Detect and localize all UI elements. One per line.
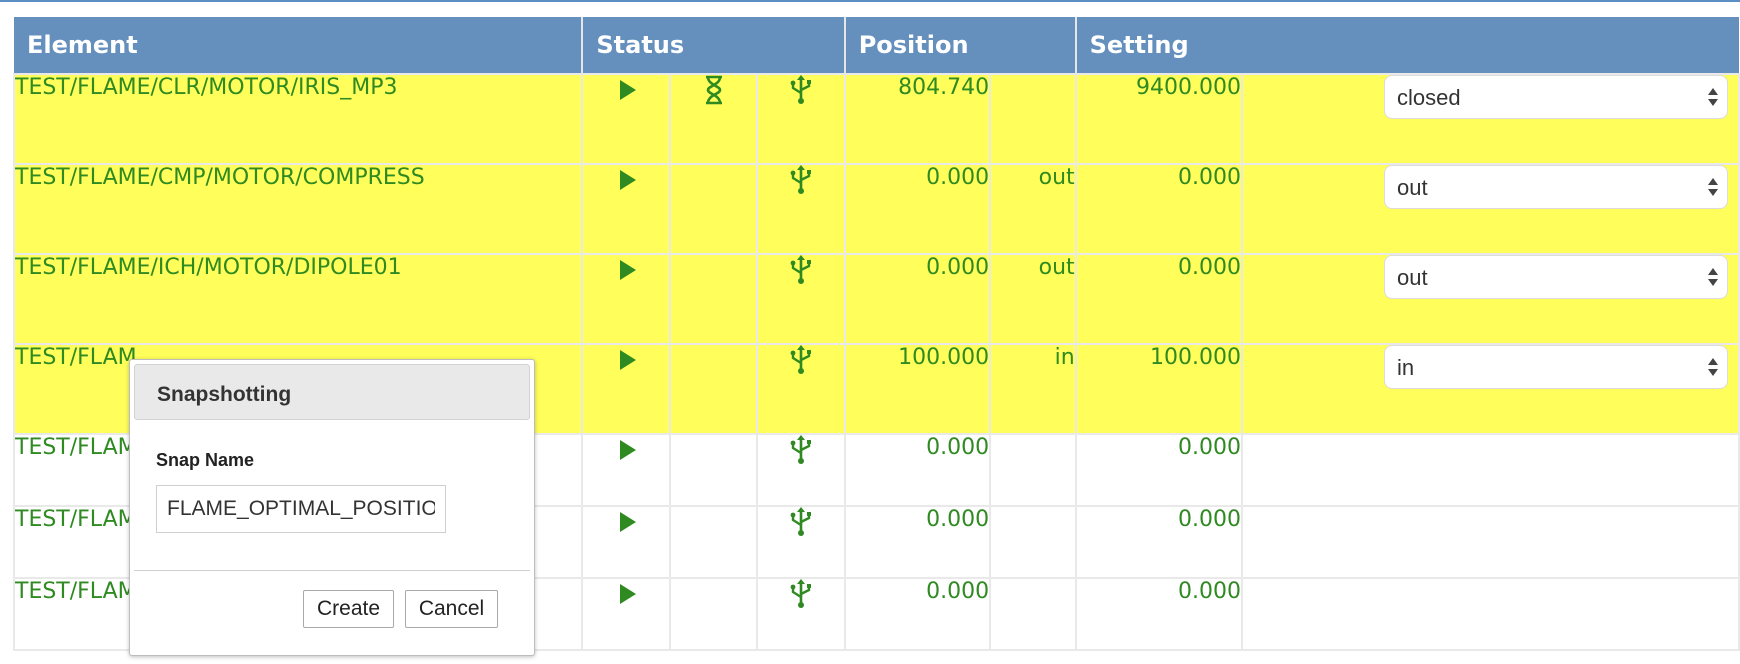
select-arrows-icon	[1707, 174, 1719, 200]
status-device	[756, 433, 846, 507]
position-unit: out	[989, 163, 1077, 255]
position-unit	[989, 433, 1077, 507]
table-row: TEST/FLAME/CLR/MOTOR/IRIS_MP3 804.740 9400…	[12, 73, 1740, 165]
top-border	[0, 0, 1740, 2]
usb-icon	[786, 165, 816, 195]
status-moving	[668, 433, 759, 507]
status-run[interactable]	[581, 577, 671, 651]
dialog-divider	[134, 570, 530, 571]
play-icon[interactable]	[611, 435, 641, 465]
column-header-element: Element	[14, 17, 584, 74]
dialog-title: Snapshotting	[134, 364, 530, 420]
status-run[interactable]	[581, 163, 671, 255]
setting-value: 0.000	[1074, 505, 1244, 579]
position-unit	[989, 73, 1077, 165]
element-name[interactable]: TEST/FLAME/CMP/MOTOR/COMPRESS	[12, 163, 584, 255]
status-moving	[668, 163, 759, 255]
setting-select[interactable]: out	[1384, 255, 1729, 299]
setting-select-value: out	[1397, 265, 1428, 290]
usb-icon	[786, 579, 816, 609]
status-device	[756, 253, 846, 345]
setting-select-cell: out	[1241, 253, 1740, 345]
status-run[interactable]	[581, 343, 671, 435]
position-value: 0.000	[843, 577, 992, 651]
play-icon[interactable]	[611, 75, 641, 105]
table-header: Element Status Position Setting	[14, 17, 1739, 74]
setting-select-cell	[1241, 505, 1740, 579]
cancel-button[interactable]: Cancel	[405, 590, 498, 628]
position-value: 100.000	[843, 343, 992, 435]
setting-select[interactable]: closed	[1384, 75, 1729, 119]
status-run[interactable]	[581, 73, 671, 165]
status-run[interactable]	[581, 253, 671, 345]
position-unit	[989, 577, 1077, 651]
table-row: TEST/FLAME/CMP/MOTOR/COMPRESS 0.000 out 0.0…	[12, 163, 1740, 255]
status-device	[756, 343, 846, 435]
setting-value: 0.000	[1074, 253, 1244, 345]
setting-select-cell	[1241, 433, 1740, 507]
create-button[interactable]: Create	[303, 590, 394, 628]
column-header-status: Status	[582, 17, 846, 74]
usb-icon	[786, 345, 816, 375]
position-unit: out	[989, 253, 1077, 345]
column-header-setting: Setting	[1075, 17, 1739, 74]
status-run[interactable]	[581, 433, 671, 507]
setting-value: 0.000	[1074, 577, 1244, 651]
setting-select-cell: in	[1241, 343, 1740, 435]
setting-value: 9400.000	[1074, 73, 1244, 165]
play-icon[interactable]	[611, 165, 641, 195]
table-row: TEST/FLAME/ICH/MOTOR/DIPOLE01 0.000 out 0.0…	[12, 253, 1740, 345]
usb-icon	[786, 75, 816, 105]
snap-name-input[interactable]	[156, 485, 446, 533]
setting-select-value: in	[1397, 355, 1415, 380]
setting-select-cell: closed	[1241, 73, 1740, 165]
usb-icon	[786, 255, 816, 285]
status-moving	[668, 73, 759, 165]
position-value: 0.000	[843, 253, 992, 345]
setting-value: 0.000	[1074, 163, 1244, 255]
position-value: 804.740	[843, 73, 992, 165]
snapshot-dialog: Snapshotting Snap Name Create Cancel	[129, 359, 535, 656]
setting-value: 0.000	[1074, 433, 1244, 507]
status-moving	[668, 253, 759, 345]
status-run[interactable]	[581, 505, 671, 579]
setting-select-value: closed	[1397, 85, 1461, 110]
element-name[interactable]: TEST/FLAME/CLR/MOTOR/IRIS_MP3	[12, 73, 584, 165]
usb-icon	[786, 507, 816, 537]
position-unit	[989, 505, 1077, 579]
position-unit: in	[989, 343, 1077, 435]
position-value: 0.000	[843, 433, 992, 507]
select-arrows-icon	[1707, 84, 1719, 110]
play-icon[interactable]	[611, 345, 641, 375]
select-arrows-icon	[1707, 264, 1719, 290]
play-icon[interactable]	[611, 507, 641, 537]
play-icon[interactable]	[611, 255, 641, 285]
status-moving	[668, 505, 759, 579]
usb-icon	[786, 435, 816, 465]
setting-value: 100.000	[1074, 343, 1244, 435]
play-icon[interactable]	[611, 579, 641, 609]
status-device	[756, 505, 846, 579]
snap-name-label: Snap Name	[156, 450, 255, 470]
setting-select[interactable]: out	[1384, 165, 1729, 209]
status-device	[756, 577, 846, 651]
setting-select[interactable]: in	[1384, 345, 1729, 389]
setting-select-value: out	[1397, 175, 1428, 200]
status-device	[756, 163, 846, 255]
setting-select-cell	[1241, 577, 1740, 651]
element-name[interactable]: TEST/FLAME/ICH/MOTOR/DIPOLE01	[12, 253, 584, 345]
column-header-position: Position	[844, 17, 1077, 74]
select-arrows-icon	[1707, 354, 1719, 380]
hourglass-icon	[699, 75, 729, 105]
setting-select-cell: out	[1241, 163, 1740, 255]
status-device	[756, 73, 846, 165]
status-moving	[668, 577, 759, 651]
position-value: 0.000	[843, 505, 992, 579]
position-value: 0.000	[843, 163, 992, 255]
status-moving	[668, 343, 759, 435]
